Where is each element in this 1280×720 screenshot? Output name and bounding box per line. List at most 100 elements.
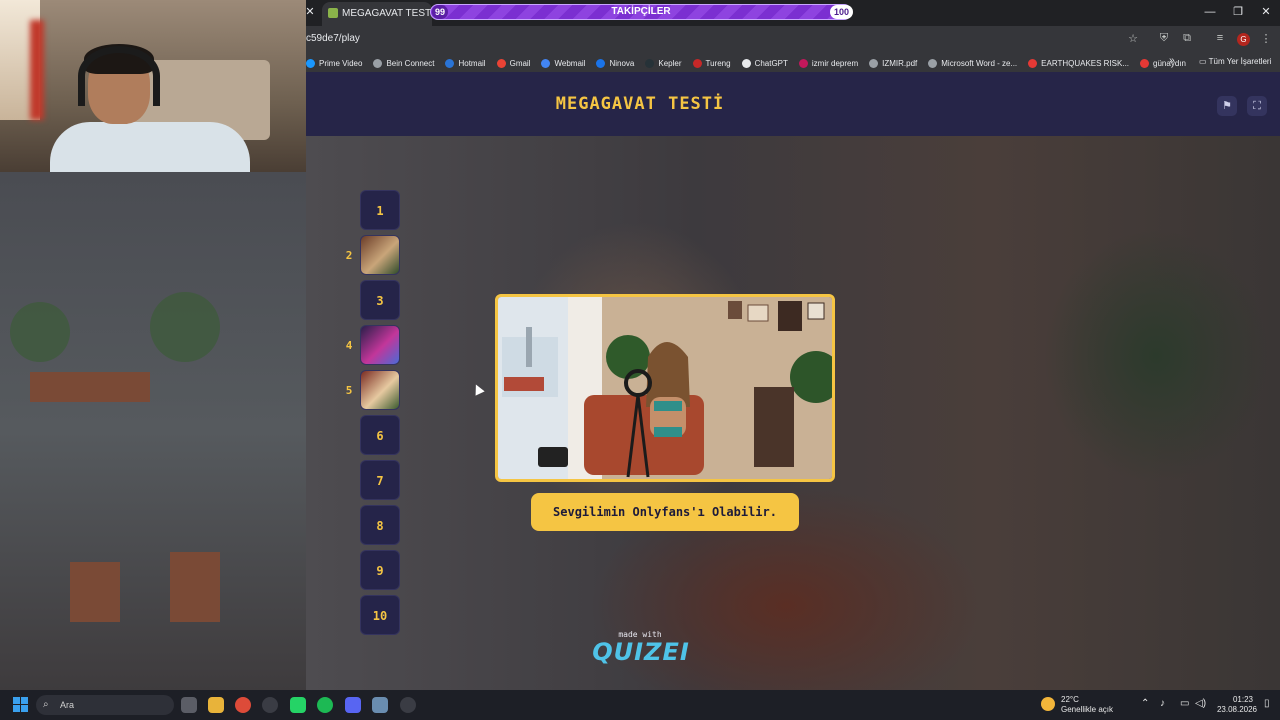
bookmark-label: Ninova — [609, 58, 635, 68]
bookmarks-bar: Prime Video Bein Connect Hotmail Gmail Webma… — [306, 54, 1280, 72]
bookmark-label: Kepler — [658, 58, 682, 68]
shield-extension-icon[interactable]: ⛨ — [1157, 32, 1171, 45]
bookmark-item[interactable]: Ninova — [596, 58, 635, 68]
rank-slot[interactable]: 3 — [360, 280, 400, 320]
rank-number-label: 2 — [345, 249, 353, 262]
notifications-icon[interactable]: ▯ — [1264, 698, 1270, 709]
bookmark-item[interactable]: ChatGPT — [741, 58, 788, 68]
weather-temperature: 22°C — [1061, 695, 1079, 704]
bookmarks-overflow-icon[interactable]: » — [1169, 55, 1175, 66]
close-tab-icon[interactable]: ✕ — [305, 5, 315, 18]
menu-kebab-icon[interactable]: ⋮ — [1259, 32, 1273, 45]
extensions-icon[interactable]: ⧉ — [1180, 32, 1194, 45]
bookmark-item[interactable]: Tureng — [692, 58, 731, 68]
fullscreen-icon: ⛶ — [1253, 100, 1261, 112]
tray-overflow-icon[interactable]: ⌃ — [1141, 698, 1149, 709]
bookmark-favicon-icon — [445, 58, 455, 68]
fullscreen-button[interactable]: ⛶ — [1247, 96, 1267, 116]
whatsapp-icon[interactable] — [290, 697, 306, 713]
bookmark-star-icon[interactable]: ☆ — [1126, 32, 1140, 45]
network-icon[interactable]: ▭ — [1180, 698, 1189, 709]
webcam-red-light — [30, 20, 44, 120]
plant-shape — [150, 292, 220, 362]
rank-slot[interactable]: 6 — [360, 415, 400, 455]
minimize-button[interactable]: — — [1196, 0, 1224, 24]
microphone-icon[interactable]: ♪ — [1160, 698, 1165, 709]
bookmark-label: Gmail — [509, 58, 531, 68]
discord-icon[interactable] — [345, 697, 361, 713]
bookmark-favicon-icon — [692, 58, 702, 68]
bookmark-item[interactable]: Hotmail — [445, 58, 486, 68]
tab-active[interactable]: MEGAGAVAT TESTİ - Tier L — [322, 2, 432, 26]
bookmark-item[interactable]: Gmail — [496, 58, 531, 68]
obs-icon[interactable] — [400, 697, 416, 713]
rank-slot[interactable]: 7 — [360, 460, 400, 500]
url-field[interactable]: c59de7/play — [306, 33, 360, 44]
bookmark-label: Bein Connect — [386, 58, 435, 68]
bookmark-item[interactable]: EARTHQUAKES RISK... — [1028, 58, 1129, 68]
rank-slot-thumbnail[interactable] — [360, 370, 400, 410]
left-background-image — [0, 172, 306, 690]
bookmark-item[interactable]: Kepler — [645, 58, 682, 68]
bookmark-item[interactable]: günaydın — [1140, 58, 1186, 68]
bookmark-favicon-icon — [928, 58, 938, 68]
media-control-icon[interactable]: ≡ — [1213, 32, 1227, 44]
app-icon[interactable] — [372, 697, 388, 713]
followers-current-count: 99 — [432, 5, 449, 19]
bookmark-label: Microsoft Word - ze... — [941, 58, 1018, 68]
bookmark-item[interactable]: Webmail — [541, 58, 585, 68]
webcam-person-shirt — [50, 122, 250, 172]
quiz-page: MEGAGAVAT TESTİ ⚑ ⛶ 1 2 3 4 5 6 7 8 9 10 — [306, 72, 1280, 690]
restore-button[interactable]: ❐ — [1224, 0, 1252, 24]
taskbar-search-field[interactable]: Ara — [36, 695, 174, 715]
bookmark-label: Tureng — [705, 58, 731, 68]
bookmark-item[interactable]: izmir deprem — [798, 58, 859, 68]
file-explorer-icon[interactable] — [208, 697, 224, 713]
bookmark-item[interactable]: Prime Video — [306, 58, 363, 68]
all-bookmarks-link[interactable]: ▭ Tüm Yer İşaretleri — [1199, 57, 1271, 66]
window-controls: — ❐ ✕ — [1196, 0, 1280, 26]
speedometer-icon[interactable] — [262, 697, 278, 713]
spotify-icon[interactable] — [317, 697, 333, 713]
headset-icon — [78, 46, 160, 106]
task-view-icon[interactable] — [181, 697, 197, 713]
quiz-title: MEGAGAVAT TESTİ — [555, 94, 725, 114]
rank-slot[interactable]: 9 — [360, 550, 400, 590]
windows-start-icon[interactable] — [13, 697, 28, 712]
current-item-image — [498, 297, 832, 479]
bookmark-item[interactable]: IZMIR.pdf — [869, 58, 918, 68]
bookmark-favicon-icon — [596, 58, 606, 68]
bookmark-label: IZMIR.pdf — [882, 58, 918, 68]
bookmark-favicon-icon — [798, 58, 808, 68]
quizei-logo[interactable]: QUIZEI — [586, 638, 696, 666]
weather-icon[interactable] — [1041, 697, 1055, 711]
rank-slot[interactable]: 10 — [360, 595, 400, 635]
bookmark-favicon-icon — [741, 58, 751, 68]
profile-avatar[interactable]: G — [1237, 33, 1250, 46]
bookmark-item[interactable]: Bein Connect — [373, 58, 435, 68]
pot-shape — [70, 562, 120, 622]
clock-date: 23.08.2026 — [1216, 705, 1258, 714]
bookmark-label: izmir deprem — [811, 58, 859, 68]
pot-shape — [170, 552, 220, 622]
rank-slot[interactable]: 8 — [360, 505, 400, 545]
bookmark-item[interactable]: Microsoft Word - ze... — [928, 58, 1018, 68]
clock-time: 01:23 — [1232, 695, 1254, 704]
bookmark-favicon-icon — [541, 58, 551, 68]
rank-slot-thumbnail[interactable] — [360, 235, 400, 275]
chrome-icon[interactable] — [235, 697, 251, 713]
rank-slot-thumbnail[interactable] — [360, 325, 400, 365]
bookmark-label: Prime Video — [319, 58, 363, 68]
bookmark-label: ChatGPT — [754, 58, 788, 68]
folder-icon: ▭ — [1199, 57, 1209, 66]
all-bookmarks-label: Tüm Yer İşaretleri — [1208, 57, 1272, 66]
flag-button[interactable]: ⚑ — [1217, 96, 1237, 116]
bookmark-favicon-icon — [869, 58, 879, 68]
tab-favicon-icon — [328, 8, 338, 18]
rank-slot[interactable]: 1 — [360, 190, 400, 230]
volume-icon[interactable]: ◁) — [1195, 698, 1206, 709]
search-icon: ⌕ — [43, 699, 49, 710]
close-window-button[interactable]: ✕ — [1252, 0, 1280, 24]
rank-number-label: 4 — [345, 339, 353, 352]
webcam-overlay — [0, 0, 306, 172]
